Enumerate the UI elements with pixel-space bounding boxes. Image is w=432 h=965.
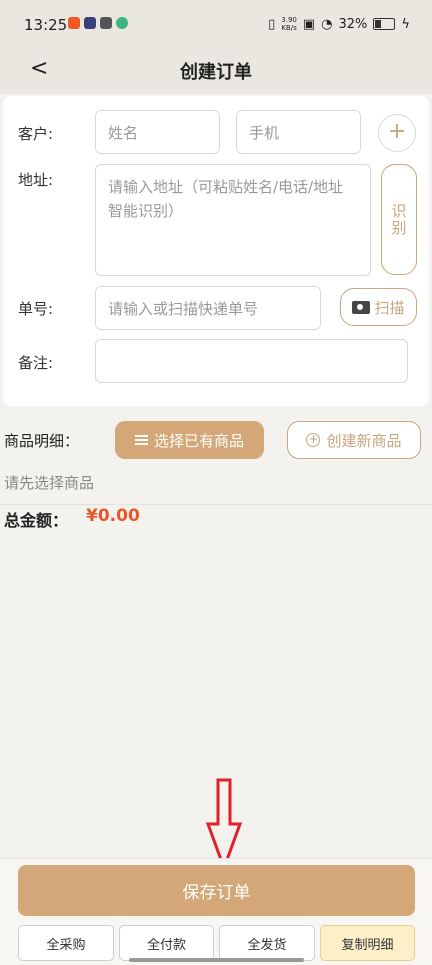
goods-label: 商品明细： (4, 432, 80, 450)
phone-placeholder: 手机 (249, 123, 280, 142)
net-speed-unit: KB/s (281, 24, 297, 32)
battery-icon (373, 18, 396, 30)
purchase-all-button[interactable]: 全采购 (18, 925, 114, 961)
select-existing-goods-button[interactable]: 选择已有商品 (115, 421, 264, 459)
net-speed-value: 3.90 (281, 16, 297, 24)
note-label: 备注: (18, 354, 54, 372)
copy-details-button[interactable]: 复制明细 (320, 925, 415, 961)
recognize-button[interactable]: 识别 (381, 164, 417, 275)
scan-button[interactable]: 扫描 (340, 288, 417, 326)
list-icon (134, 434, 148, 446)
status-time: 13:25 (24, 16, 68, 34)
create-new-goods-button[interactable]: + 创建新商品 (287, 421, 421, 459)
name-placeholder: 姓名 (108, 123, 139, 142)
notification-icons (68, 17, 128, 29)
status-right: ▯ 3.90 KB/s ▣ ◔ 32% ϟ (268, 16, 410, 32)
pay-all-button[interactable]: 全付款 (119, 925, 214, 961)
tracking-placeholder: 请输入或扫描快递单号 (108, 299, 259, 318)
charging-icon: ϟ (401, 16, 410, 32)
save-order-button[interactable]: 保存订单 (18, 865, 415, 916)
create-new-label: 创建新商品 (326, 431, 402, 450)
app-notification-icon (116, 17, 128, 29)
total-amount: ¥0.00 (86, 506, 140, 526)
home-indicator[interactable] (129, 958, 304, 962)
network-speed: 3.90 KB/s (281, 16, 297, 32)
sim-icon: ▣ (302, 16, 316, 32)
select-existing-label: 选择已有商品 (153, 431, 244, 450)
note-input[interactable] (95, 339, 408, 383)
tracking-label: 单号: (18, 300, 54, 318)
ship-all-button[interactable]: 全发货 (219, 925, 315, 961)
address-input[interactable]: 请输入地址（可粘贴姓名/电话/地址智能识别） (95, 164, 371, 276)
add-customer-button[interactable]: + (378, 114, 416, 152)
nav-header: < 创建订单 (0, 50, 432, 94)
wifi-icon: ◔ (321, 16, 333, 32)
phone-input[interactable]: 手机 (236, 110, 361, 154)
scan-label: 扫描 (374, 298, 405, 317)
total-label: 总金额： (4, 511, 69, 530)
tracking-input[interactable]: 请输入或扫描快递单号 (95, 286, 321, 330)
name-input[interactable]: 姓名 (95, 110, 220, 154)
vibrate-icon: ▯ (268, 16, 276, 32)
address-label: 地址: (18, 171, 54, 189)
app-notification-icon (100, 17, 112, 29)
app-notification-icon (84, 17, 96, 29)
plus-circle-icon: + (306, 432, 321, 447)
divider (0, 504, 432, 505)
page-title: 创建订单 (180, 62, 252, 83)
customer-label: 客户: (18, 125, 54, 143)
address-placeholder: 请输入地址（可粘贴姓名/电话/地址智能识别） (108, 178, 344, 220)
camera-icon (352, 300, 371, 314)
battery-percent: 32% (338, 16, 368, 32)
goods-hint: 请先选择商品 (4, 474, 95, 492)
app-notification-icon (68, 17, 80, 29)
status-bar: 13:25 ▯ 3.90 KB/s ▣ ◔ 32% ϟ (0, 0, 432, 50)
